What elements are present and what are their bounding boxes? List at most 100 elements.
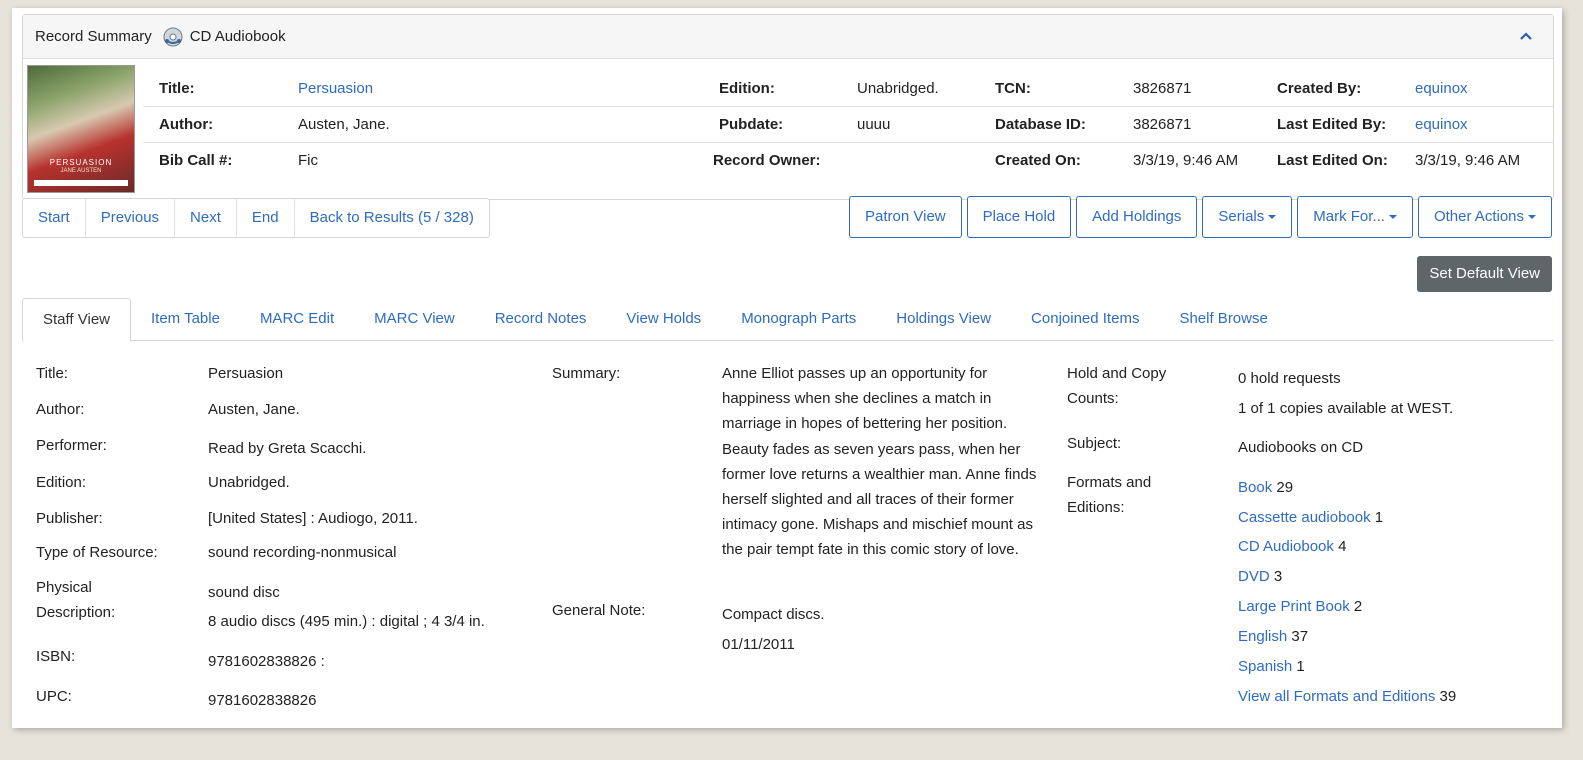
tab-item-table[interactable]: Item Table: [131, 298, 240, 340]
detail-upc-label: UPC:: [36, 688, 72, 705]
detail-general-note-2: 01/11/2011: [722, 636, 795, 653]
serials-label: Serials: [1218, 208, 1265, 225]
pager-previous-button[interactable]: Previous: [86, 199, 176, 237]
format-count: 29: [1276, 479, 1294, 496]
format-count: 1: [1296, 658, 1305, 675]
detail-publisher-value: [United States] : Audiogo, 2011.: [208, 510, 418, 527]
format-item: English 37: [1238, 624, 1308, 649]
summary-created-by-label: Created By:: [1277, 80, 1362, 97]
format-link[interactable]: Cassette audiobook: [1238, 509, 1371, 526]
cover-title: PERSUASION: [49, 158, 113, 167]
result-pager: Start Previous Next End Back to Results …: [22, 198, 490, 238]
format-link[interactable]: Large Print Book: [1238, 598, 1350, 615]
detail-author-label: Author:: [36, 401, 85, 418]
summary-author-label: Author:: [159, 116, 214, 133]
summary-author-value: Austen, Jane.: [298, 116, 390, 133]
detail-edition-label: Edition:: [36, 474, 87, 491]
cover-image: PERSUASION JANE AUSTEN: [27, 65, 135, 193]
summary-last-edited-by-label: Last Edited By:: [1277, 116, 1387, 133]
detail-formats-label-1: Formats and: [1067, 474, 1152, 491]
format-count: 39: [1439, 688, 1457, 705]
caret-down-icon: [1528, 215, 1536, 220]
format-item: Spanish 1: [1238, 654, 1305, 679]
pager-next-button[interactable]: Next: [175, 199, 237, 237]
tab-conjoined-items[interactable]: Conjoined Items: [1011, 298, 1159, 340]
detail-author-link[interactable]: Austen, Jane.: [208, 397, 300, 422]
tab-staff-view[interactable]: Staff View: [22, 298, 131, 342]
caret-down-icon: [1388, 215, 1397, 220]
summary-row-1: Title: Persuasion Edition: Unabridged. T…: [143, 71, 1553, 107]
record-tabs: Staff View Item Table MARC Edit MARC Vie…: [22, 298, 1554, 342]
summary-title-label: Title:: [159, 80, 195, 97]
detail-physical-value-2: 8 audio discs (495 min.) : digital ; 4 3…: [208, 613, 485, 630]
collapse-chevron-up-icon[interactable]: [1517, 27, 1535, 45]
record-actions: Patron View Place Hold Add Holdings Seri…: [849, 196, 1552, 238]
place-hold-label: Place Hold: [982, 208, 1056, 225]
detail-publisher-label: Publisher:: [36, 510, 103, 527]
pager-end-button[interactable]: End: [237, 199, 295, 237]
set-default-view-button[interactable]: Set Default View: [1417, 256, 1552, 292]
mark-for-dropdown[interactable]: Mark For...: [1297, 196, 1413, 238]
record-page: Record Summary CD Audiobook PERSUASION J…: [12, 8, 1562, 728]
summary-last-edited-on-label: Last Edited On:: [1277, 152, 1388, 169]
summary-created-on-label: Created On:: [995, 152, 1081, 169]
format-item: Cassette audiobook 1: [1238, 505, 1383, 530]
summary-created-by-link[interactable]: equinox: [1415, 80, 1468, 97]
cover-strip: [34, 180, 128, 186]
tab-monograph-parts[interactable]: Monograph Parts: [721, 298, 876, 340]
summary-database-id-value: 3826871: [1133, 116, 1192, 133]
tab-view-holds[interactable]: View Holds: [606, 298, 721, 340]
back-to-results-button[interactable]: Back to Results (5 / 328): [295, 199, 489, 237]
detail-formats-label-2: Editions:: [1067, 499, 1125, 516]
view-all-formats-link[interactable]: View all Formats and Editions: [1238, 688, 1435, 705]
format-link[interactable]: English: [1238, 628, 1287, 645]
format-link[interactable]: CD Audiobook: [1238, 538, 1334, 555]
summary-row-3: Bib Call #: Fic Record Owner: Created On…: [143, 143, 1553, 179]
summary-last-edited-on-value: 3/3/19, 9:46 AM: [1415, 152, 1521, 169]
tab-marc-edit[interactable]: MARC Edit: [240, 298, 354, 340]
pager-start-button[interactable]: Start: [23, 199, 86, 237]
other-actions-dropdown[interactable]: Other Actions: [1417, 196, 1552, 238]
detail-summary-text: Anne Elliot passes up an opportunity for…: [722, 365, 1037, 559]
record-summary-header[interactable]: Record Summary CD Audiobook: [23, 15, 1553, 59]
patron-view-label: Patron View: [865, 208, 946, 225]
format-link[interactable]: Spanish: [1238, 658, 1292, 675]
detail-title-link[interactable]: Persuasion: [208, 361, 283, 386]
detail-physical-label-1: Physical: [36, 579, 92, 596]
detail-copies-available: 1 of 1 copies available at WEST.: [1238, 400, 1454, 417]
summary-pubdate-value: uuuu: [857, 116, 891, 133]
cover-author: JANE AUSTEN: [60, 168, 102, 174]
summary-title-link[interactable]: Persuasion: [298, 80, 373, 97]
other-actions-label: Other Actions: [1433, 208, 1524, 225]
format-link[interactable]: Book: [1238, 479, 1272, 496]
detail-isbn-link[interactable]: 9781602838826 :: [208, 649, 325, 674]
summary-bib-call-label: Bib Call #:: [159, 152, 233, 169]
place-hold-button[interactable]: Place Hold: [966, 196, 1072, 238]
add-holdings-button[interactable]: Add Holdings: [1076, 196, 1198, 238]
format-count: 1: [1374, 509, 1384, 526]
tab-shelf-browse[interactable]: Shelf Browse: [1159, 298, 1287, 340]
format-link[interactable]: DVD: [1238, 568, 1270, 585]
tab-holdings-view[interactable]: Holdings View: [876, 298, 1011, 340]
format-count: 4: [1338, 538, 1347, 555]
summary-record-owner-label: Record Owner:: [713, 152, 821, 169]
format-item: Book 29: [1238, 475, 1293, 500]
detail-type-label: Type of Resource:: [36, 544, 158, 561]
detail-performer-label: Performer:: [36, 437, 107, 454]
summary-last-edited-by-link[interactable]: equinox: [1415, 116, 1468, 133]
detail-subject-link[interactable]: Audiobooks on CD: [1238, 435, 1363, 460]
detail-physical-label-2: Description:: [36, 604, 116, 621]
detail-performer-value: Read by Greta Scacchi.: [208, 440, 367, 457]
patron-view-button[interactable]: Patron View: [849, 196, 962, 238]
mark-for-label: Mark For...: [1313, 208, 1385, 225]
detail-physical-value-1: sound disc: [208, 584, 280, 601]
detail-general-note-1: Compact discs.: [722, 606, 825, 623]
add-holdings-label: Add Holdings: [1092, 208, 1182, 225]
tab-record-notes[interactable]: Record Notes: [475, 298, 607, 340]
summary-bib-call-value: Fic: [298, 152, 318, 169]
serials-dropdown[interactable]: Serials: [1202, 196, 1293, 238]
format-count: 2: [1353, 598, 1363, 615]
tab-marc-view[interactable]: MARC View: [354, 298, 475, 340]
detail-upc-link[interactable]: 9781602838826: [208, 688, 316, 713]
detail-general-note-label: General Note:: [552, 602, 646, 619]
